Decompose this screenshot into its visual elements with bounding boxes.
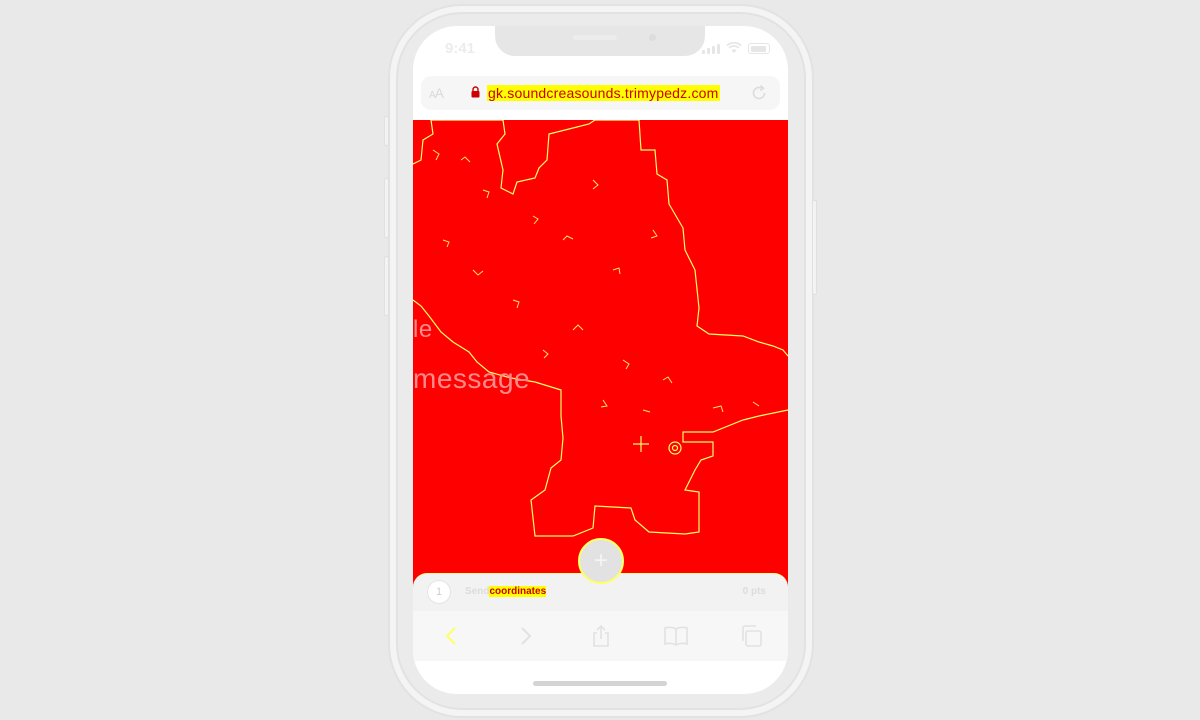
status-time: 9:41 <box>445 40 476 57</box>
hero-text-line2: message <box>413 363 531 394</box>
signal-icon <box>702 44 720 54</box>
mute-switch <box>384 116 389 146</box>
tabs-icon <box>741 625 762 647</box>
send-count: 0 pts <box>742 586 766 597</box>
bookmarks-button[interactable] <box>663 623 689 649</box>
text-size-button[interactable]: AA <box>429 85 444 101</box>
phone-screen: 9:41 AA gk.soundcreasounds.trimypedz.com <box>413 26 788 694</box>
tabs-button[interactable] <box>738 623 764 649</box>
home-indicator[interactable] <box>533 681 667 686</box>
share-icon <box>592 624 609 647</box>
forward-icon <box>520 627 531 645</box>
back-button[interactable] <box>438 623 464 649</box>
send-avatar: 1 <box>427 580 451 604</box>
wifi-icon <box>726 42 742 53</box>
url-text[interactable]: gk.soundcreasounds.trimypedz.com <box>487 85 720 101</box>
front-camera <box>649 34 656 41</box>
lock-icon <box>471 86 480 98</box>
speaker-grille <box>573 35 617 40</box>
bookmarks-icon <box>663 626 688 646</box>
hero-text-line1: le <box>413 316 433 343</box>
volume-up-button <box>384 178 389 238</box>
send-label[interactable]: Sendcoordinates <box>465 586 547 597</box>
battery-icon <box>748 43 770 54</box>
notch <box>495 26 705 56</box>
volume-down-button <box>384 256 389 316</box>
forward-button[interactable] <box>513 623 539 649</box>
add-button[interactable]: + <box>578 538 624 584</box>
browser-toolbar <box>413 611 788 661</box>
share-button[interactable] <box>588 623 614 649</box>
status-icons <box>702 42 770 54</box>
power-button <box>812 200 817 295</box>
send-label-prefix: Send <box>465 586 490 597</box>
address-bar[interactable]: AA gk.soundcreasounds.trimypedz.com <box>421 76 780 110</box>
background-artwork <box>413 120 788 537</box>
page-content[interactable]: le message <box>413 120 788 588</box>
send-label-highlight: coordinates <box>489 586 547 597</box>
back-icon <box>445 627 456 645</box>
reload-icon[interactable] <box>750 84 768 102</box>
